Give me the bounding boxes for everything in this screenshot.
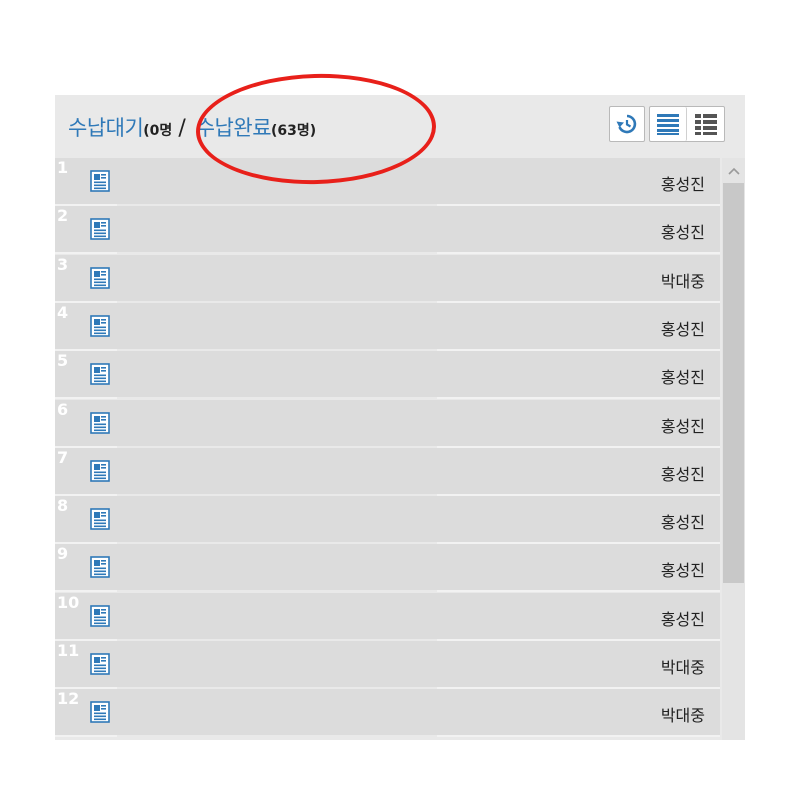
row-divider	[55, 445, 117, 448]
patient-name: 홍성진	[660, 561, 705, 581]
detail-list-view-icon	[694, 114, 717, 135]
patient-list: 12 박대중 11 박대중 10 홍성진 9 홍성진 8 홍성진 7 홍성진 6…	[55, 158, 745, 740]
row-number: 8	[57, 496, 69, 516]
history-refresh-icon	[616, 114, 637, 134]
document-icon[interactable]	[90, 218, 110, 241]
patient-name: 박대중	[660, 658, 705, 677]
row-number: 6	[57, 399, 69, 419]
list-view-icon	[657, 114, 679, 135]
row-divider	[437, 590, 720, 593]
chevron-up-icon	[727, 167, 740, 175]
patient-name: 홍성진	[660, 464, 705, 484]
list-view-button[interactable]	[650, 107, 687, 141]
list-item[interactable]: 6 홍성진	[55, 399, 720, 448]
panel-header: 수납대기(0명 / 수납완료(63명)	[55, 95, 745, 158]
document-icon[interactable]	[90, 556, 110, 579]
row-divider	[437, 348, 720, 351]
patient-name: 박대중	[660, 706, 705, 726]
list-item[interactable]: 11 박대중	[55, 641, 720, 689]
row-number: 1	[57, 158, 69, 177]
row-number: 10	[57, 592, 80, 612]
row-divider	[437, 638, 720, 641]
list-item[interactable]: 4 홍성진	[55, 302, 720, 351]
row-divider	[55, 204, 117, 206]
row-divider	[437, 687, 720, 689]
done-tab-label[interactable]: 수납완료	[196, 116, 272, 140]
row-number: 4	[57, 302, 69, 322]
panel-title: 수납대기(0명 / 수납완료(63명)	[68, 112, 316, 142]
document-icon[interactable]	[90, 266, 110, 289]
list-item[interactable]: 7 홍성진	[55, 447, 720, 496]
row-divider	[437, 445, 720, 448]
title-separator: /	[178, 116, 186, 141]
list-item[interactable]: 5 홍성진	[55, 351, 720, 400]
toolbar	[609, 106, 725, 142]
refresh-button[interactable]	[609, 106, 645, 142]
row-number: 7	[57, 447, 69, 467]
row-divider	[55, 590, 117, 593]
scrollbar-thumb[interactable]	[723, 183, 744, 583]
row-number: 11	[57, 641, 80, 660]
document-icon[interactable]	[90, 508, 110, 530]
row-number: 3	[57, 254, 69, 274]
patient-name: 홍성진	[660, 609, 705, 629]
scroll-up-button[interactable]	[722, 162, 745, 180]
list-item[interactable]: 9 홍성진	[55, 544, 720, 593]
detail-view-button[interactable]	[687, 107, 724, 141]
pending-tab-label[interactable]: 수납대기	[68, 116, 144, 140]
row-divider	[437, 493, 720, 496]
document-icon[interactable]	[90, 604, 110, 627]
list-item[interactable]: 3 박대중	[55, 254, 720, 303]
row-divider	[55, 735, 117, 738]
patient-name: 홍성진	[660, 175, 705, 194]
row-number: 2	[57, 206, 69, 226]
scrollbar[interactable]	[722, 158, 745, 740]
patient-name: 홍성진	[660, 319, 705, 339]
list-item[interactable]: 2 홍성진	[55, 206, 720, 255]
document-icon[interactable]	[90, 363, 110, 385]
row-divider	[437, 300, 720, 303]
patient-name: 홍성진	[660, 368, 705, 388]
screenshot-stage: 수납대기(0명 / 수납완료(63명) 12 박대중 11 박대중 10 홍성진…	[0, 0, 800, 800]
row-divider	[55, 638, 117, 641]
row-divider	[437, 542, 720, 545]
row-divider	[55, 397, 117, 400]
row-divider	[437, 735, 720, 738]
document-icon[interactable]	[90, 653, 110, 675]
document-icon[interactable]	[90, 411, 110, 434]
row-divider	[55, 348, 117, 351]
row-divider	[55, 252, 117, 255]
row-divider	[55, 542, 117, 545]
payment-panel: 수납대기(0명 / 수납완료(63명) 12 박대중 11 박대중 10 홍성진…	[55, 95, 745, 740]
row-number: 9	[57, 544, 69, 564]
pending-count: (0명	[143, 123, 173, 139]
document-icon[interactable]	[90, 701, 110, 724]
done-count: (63명)	[271, 123, 317, 139]
row-divider	[437, 252, 720, 255]
list-item[interactable]: 1 홍성진	[55, 158, 720, 206]
row-divider	[55, 493, 117, 496]
row-divider	[55, 687, 117, 689]
list-item[interactable]: 8 홍성진	[55, 496, 720, 545]
view-toggle-group	[649, 106, 725, 142]
patient-name: 홍성진	[660, 513, 705, 533]
list-item[interactable]: 10 홍성진	[55, 592, 720, 641]
patient-name: 홍성진	[660, 416, 705, 436]
row-number: 12	[57, 689, 80, 709]
document-icon[interactable]	[90, 459, 110, 482]
document-icon[interactable]	[90, 315, 110, 337]
patient-name: 홍성진	[660, 223, 705, 243]
row-number: 5	[57, 351, 69, 371]
document-icon[interactable]	[90, 170, 110, 192]
patient-name: 박대중	[660, 271, 705, 291]
row-divider	[437, 397, 720, 400]
list-item[interactable]: 12 박대중	[55, 689, 720, 738]
row-divider	[55, 300, 117, 303]
row-divider	[437, 204, 720, 206]
